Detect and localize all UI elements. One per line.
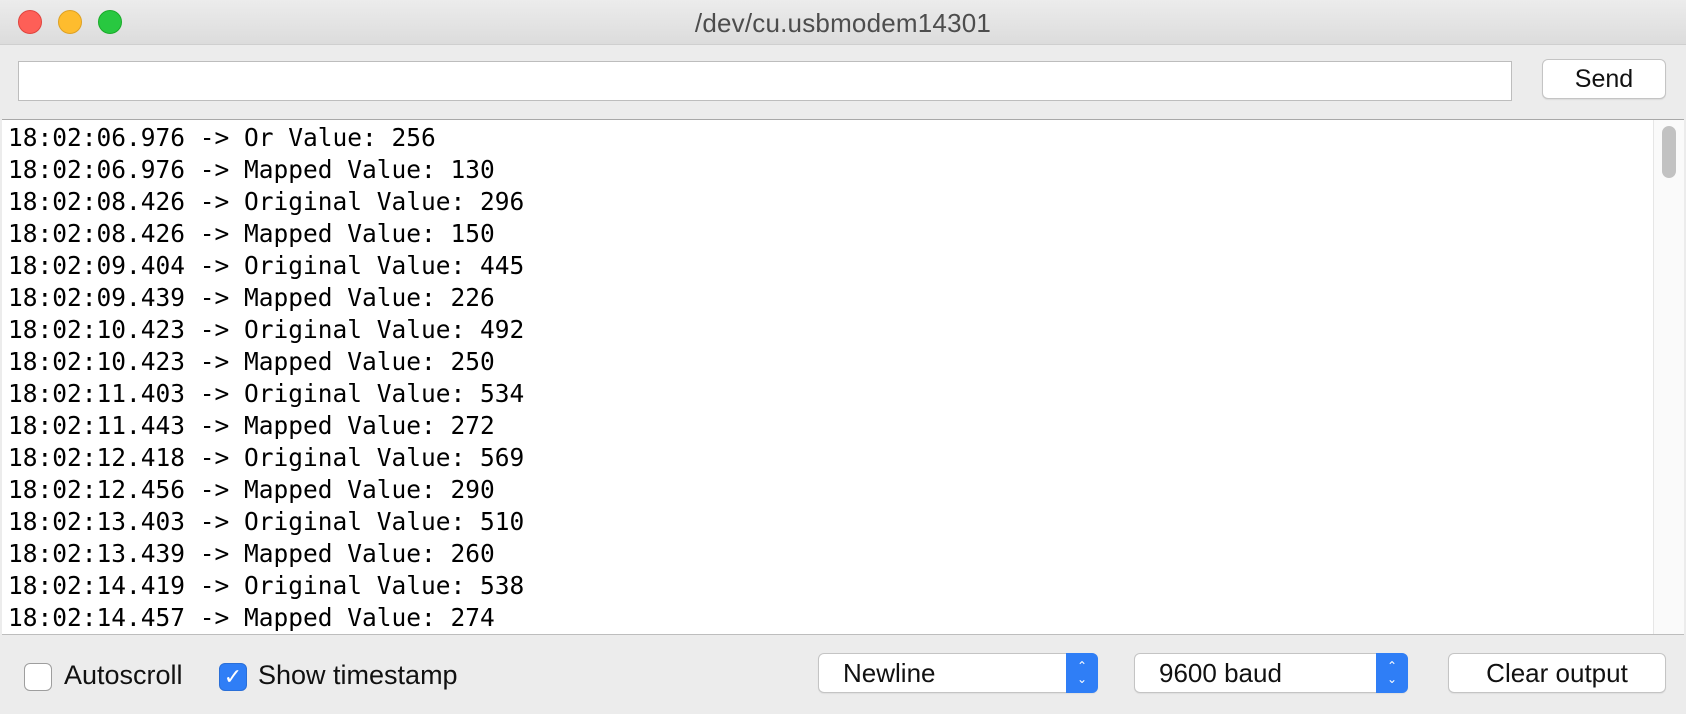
window-title: /dev/cu.usbmodem14301: [694, 8, 992, 38]
output-line: 18:02:12.456 -> Mapped Value: 290: [8, 475, 495, 504]
output-line: 18:02:13.403 -> Original Value: 510: [8, 507, 525, 536]
serial-output-area[interactable]: 18:02:06.976 -> Or Value: 256 18:02:06.97…: [2, 119, 1684, 635]
show-timestamp-checkbox[interactable]: ✓: [219, 663, 247, 691]
output-line: 18:02:09.404 -> Original Value: 445: [8, 251, 525, 280]
baud-rate-select[interactable]: 9600 baud ⌃ ⌄: [1134, 653, 1408, 693]
output-line: 18:02:09.439 -> Mapped Value: 226: [8, 283, 495, 312]
scrollbar-thumb[interactable]: [1662, 126, 1676, 178]
serial-monitor-window: /dev/cu.usbmodem14301 Send 18:02:06.976 …: [0, 0, 1686, 714]
autoscroll-checkbox[interactable]: [24, 663, 52, 691]
updown-chevron-icon: ⌃ ⌄: [1376, 653, 1408, 693]
output-line: 18:02:08.426 -> Original Value: 296: [8, 187, 525, 216]
baud-rate-value: 9600 baud: [1159, 658, 1282, 688]
output-line: 18:02:10.423 -> Mapped Value: 250: [8, 347, 495, 376]
output-line: 18:02:14.457 -> Mapped Value: 274: [8, 603, 495, 632]
title-bar: /dev/cu.usbmodem14301: [0, 0, 1686, 45]
output-text: 18:02:06.976 -> Or Value: 256 18:02:06.97…: [8, 122, 1644, 634]
output-line: 18:02:11.443 -> Mapped Value: 272: [8, 411, 495, 440]
autoscroll-label[interactable]: Autoscroll: [64, 660, 183, 691]
output-line: 18:02:06.976 -> Mapped Value: 130: [8, 155, 495, 184]
send-button[interactable]: Send: [1542, 59, 1666, 99]
output-line: 18:02:06.976 -> Or Value: 256: [8, 123, 436, 152]
clear-output-button[interactable]: Clear output: [1448, 653, 1666, 693]
line-ending-select[interactable]: Newline ⌃ ⌄: [818, 653, 1098, 693]
output-line: 18:02:13.439 -> Mapped Value: 260: [8, 539, 495, 568]
updown-chevron-icon: ⌃ ⌄: [1066, 653, 1098, 693]
output-line: 18:02:10.423 -> Original Value: 492: [8, 315, 525, 344]
send-message-input[interactable]: [18, 61, 1512, 101]
output-line: 18:02:14.419 -> Original Value: 538: [8, 571, 525, 600]
output-line: 18:02:11.403 -> Original Value: 534: [8, 379, 525, 408]
vertical-scrollbar[interactable]: [1653, 120, 1684, 634]
output-line: 18:02:08.426 -> Mapped Value: 150: [8, 219, 495, 248]
show-timestamp-label[interactable]: Show timestamp: [258, 660, 458, 691]
output-line: 18:02:12.418 -> Original Value: 569: [8, 443, 525, 472]
line-ending-value: Newline: [843, 658, 936, 688]
